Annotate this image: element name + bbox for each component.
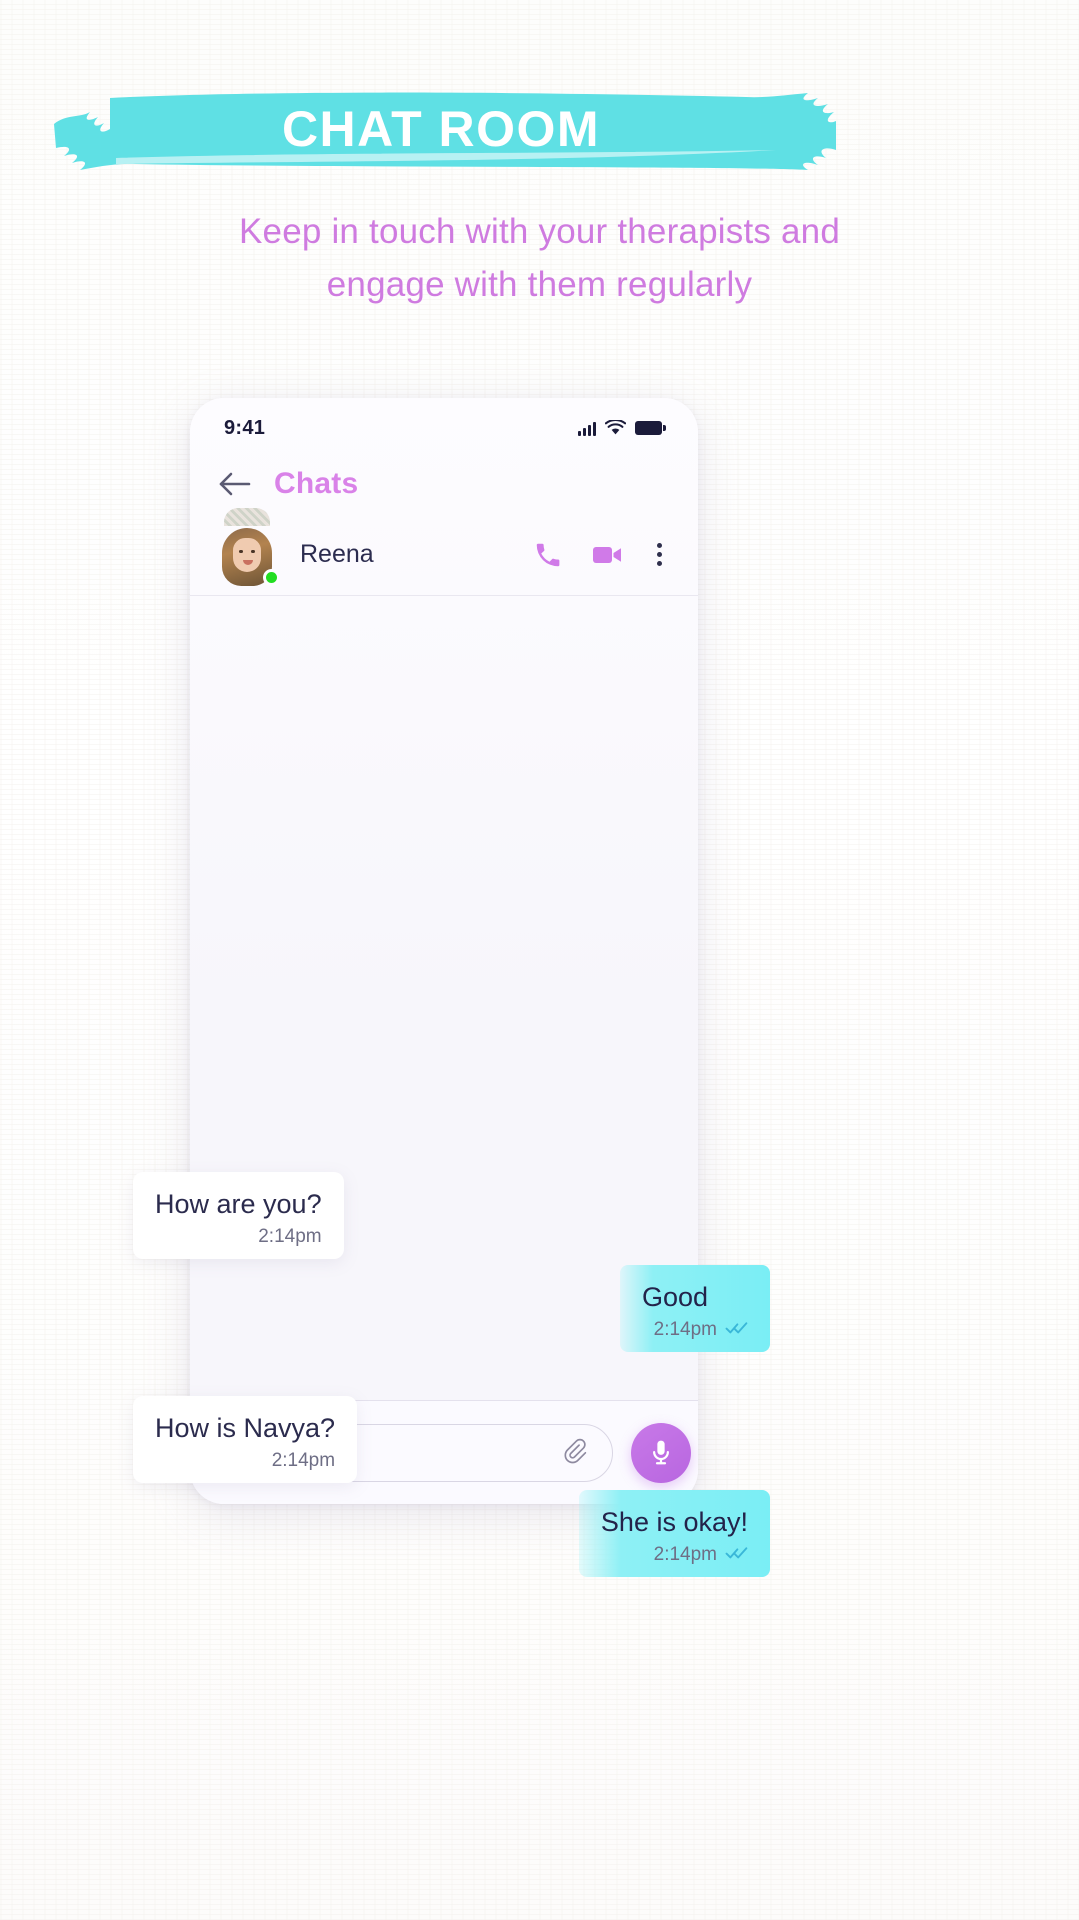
message-timestamp: 2:14pm xyxy=(271,1450,336,1471)
contact-header: Reena xyxy=(190,507,698,596)
message-timestamp: 2:14pm xyxy=(653,1544,717,1565)
read-receipt-icon xyxy=(725,1546,748,1558)
message-bubble[interactable]: How are you? 2:14pm xyxy=(133,1172,344,1259)
message-text: How is Navya? xyxy=(155,1413,336,1443)
page-subtitle: Keep in touch with your therapists and e… xyxy=(0,205,1079,311)
wifi-icon xyxy=(605,420,626,435)
page-subtitle-line-1: Keep in touch with your therapists and xyxy=(238,212,840,251)
chat-message-incoming: How are you? 2:14pm xyxy=(133,1172,344,1259)
message-bubble[interactable]: How is Navya? 2:14pm xyxy=(133,1396,358,1483)
avatar[interactable] xyxy=(216,507,280,586)
chat-nav-title: Chats xyxy=(274,467,359,500)
status-bar: 9:41 xyxy=(190,410,698,446)
message-meta: 2:14pm xyxy=(642,1319,748,1341)
phone-icon[interactable] xyxy=(533,540,563,570)
cellular-signal-icon xyxy=(578,421,596,436)
video-camera-icon[interactable] xyxy=(591,542,623,568)
page-subtitle-line-2: engage with them regularly xyxy=(326,265,753,304)
read-receipt-icon xyxy=(725,1546,748,1565)
paperclip-icon[interactable] xyxy=(564,1438,590,1468)
status-bar-icons xyxy=(578,420,666,436)
contact-name: Reena xyxy=(300,540,374,568)
chat-nav-bar: Chats xyxy=(190,456,698,512)
chat-message-incoming: How is Navya? 2:14pm xyxy=(133,1396,358,1483)
page-title: CHAT ROOM xyxy=(281,100,601,157)
message-bubble[interactable]: She is okay! 2:14pm xyxy=(578,1490,770,1577)
message-bubble[interactable]: Good 2:14pm xyxy=(620,1265,770,1352)
battery-full-icon xyxy=(635,421,666,435)
chat-message-outgoing: She is okay! 2:14pm xyxy=(578,1490,770,1577)
more-vertical-icon[interactable] xyxy=(651,543,668,566)
microphone-icon[interactable] xyxy=(631,1422,691,1483)
arrow-left-icon[interactable] xyxy=(218,470,252,498)
message-text: How are you? xyxy=(155,1189,322,1219)
message-timestamp: 2:14pm xyxy=(653,1319,717,1340)
read-receipt-icon xyxy=(725,1321,748,1333)
contact-actions xyxy=(533,540,668,570)
message-text: Good xyxy=(642,1282,709,1312)
read-receipt-icon xyxy=(725,1321,748,1340)
status-bar-time: 9:41 xyxy=(224,416,266,439)
page-header-banner: CHAT ROOM xyxy=(46,88,836,172)
message-meta: 2:14pm xyxy=(155,1226,322,1248)
message-timestamp: 2:14pm xyxy=(258,1226,322,1247)
chat-message-outgoing: Good 2:14pm xyxy=(620,1265,770,1352)
online-status-dot xyxy=(263,568,280,586)
message-meta: 2:14pm xyxy=(601,1544,748,1566)
message-meta: 2:14pm xyxy=(155,1450,335,1472)
message-text: She is okay! xyxy=(600,1507,748,1537)
